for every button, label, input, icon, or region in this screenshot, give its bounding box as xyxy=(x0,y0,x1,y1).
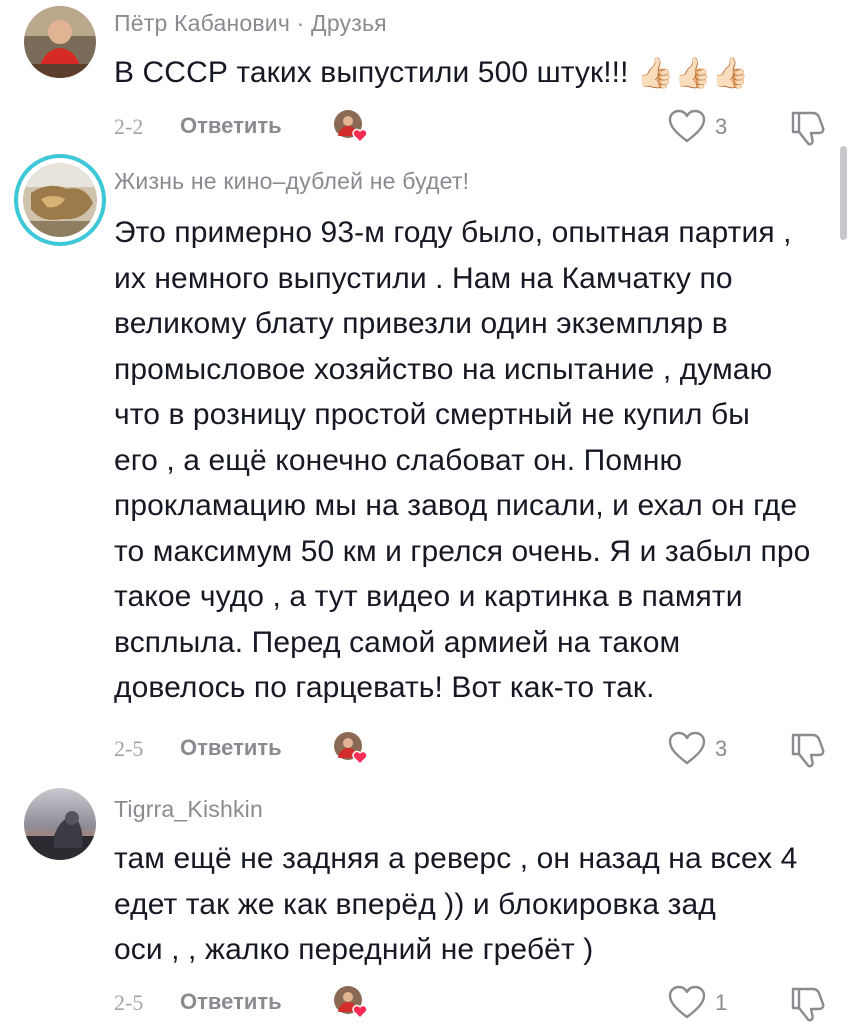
avatar[interactable] xyxy=(24,6,96,78)
comment-text: там ещё не задняя а реверс , он назад на… xyxy=(114,836,834,973)
thumbs-down-outline-icon[interactable] xyxy=(787,985,827,1023)
comment-text-line: довелось по гарцевать! Вот как-то так. xyxy=(114,671,655,704)
comment-username[interactable]: Жизнь не кино–дублей не будет! xyxy=(114,168,469,195)
comment-meta: 2-5 Ответить 3 xyxy=(114,730,834,769)
comment-text: В СССР таких выпустили 500 штук!!! 👍🏻👍🏻👍🏻 xyxy=(114,50,834,97)
like-count: 1 xyxy=(715,990,728,1015)
creator-liked-avatar-icon xyxy=(332,730,370,768)
like-count: 3 xyxy=(715,114,728,139)
comment-text-line: прокламацию мы на завод писали, и ехал о… xyxy=(114,489,798,522)
comment-username[interactable]: Пётр Кабанович · Друзья xyxy=(114,10,387,37)
comment-text-line: промысловое хозяйство на испытание , дум… xyxy=(114,352,773,386)
comment-meta: 2-5 Ответить 1 xyxy=(114,984,834,1023)
reply-button[interactable]: Ответить xyxy=(180,989,282,1015)
comment-date: 2-5 xyxy=(114,990,144,1015)
avatar[interactable] xyxy=(24,788,96,860)
heart-outline-icon[interactable] xyxy=(667,109,707,145)
reply-button[interactable]: Ответить xyxy=(180,113,282,139)
comment-text-line: всплыла. Перед самой армией на таком xyxy=(114,625,681,659)
comment-meta: 2-2 Ответить 3 xyxy=(114,108,834,147)
scrollbar[interactable] xyxy=(840,146,847,240)
comment-text-line: великому блату привезли один экземпляр в xyxy=(114,307,728,340)
comment-text-line: В СССР таких выпустили 500 штук!!! 👍🏻👍🏻👍🏻 xyxy=(114,50,834,97)
like-count: 3 xyxy=(715,736,728,761)
avatar[interactable] xyxy=(14,154,106,246)
heart-outline-icon[interactable] xyxy=(667,985,707,1021)
comment-date: 2-5 xyxy=(114,736,144,761)
comment-text-line: их немного выпустили . Нам на Камчатку п… xyxy=(114,261,733,295)
comment-text-line: оси , , жалко передний не гребёт ) xyxy=(114,933,594,966)
comment-text-line: его , а ещё конечно слабоват он. Помню xyxy=(114,443,683,477)
comment-text-line: что в розницу простой смертный не купил … xyxy=(114,398,750,431)
comment-text-line: там ещё не задняя а реверс , он назад на… xyxy=(114,842,798,875)
reply-button[interactable]: Ответить xyxy=(180,735,282,761)
thumbs-down-outline-icon[interactable] xyxy=(787,731,827,769)
comment-text: Это примерно 93-м году было, опытная пар… xyxy=(114,210,834,711)
comment-text-line: Это примерно 93-м году было, опытная пар… xyxy=(114,216,792,249)
thumbs-down-outline-icon[interactable] xyxy=(787,109,827,147)
comment-date: 2-2 xyxy=(114,114,144,139)
comment-text-line: такое чудо , а тут видео и картинка в па… xyxy=(114,580,743,613)
comment-text-line: то максимум 50 км и грелся очень. Я и за… xyxy=(114,534,811,568)
comment-text-line: едет так же как вперёд )) и блокировка з… xyxy=(114,887,716,921)
heart-outline-icon[interactable] xyxy=(667,731,707,767)
creator-liked-avatar-icon xyxy=(332,108,370,146)
comment-username[interactable]: Tigrra_Kishkin xyxy=(114,796,263,823)
thumbs-up-emoji: 👍🏻👍🏻👍🏻 xyxy=(636,57,749,91)
creator-liked-avatar-icon xyxy=(332,984,370,1022)
